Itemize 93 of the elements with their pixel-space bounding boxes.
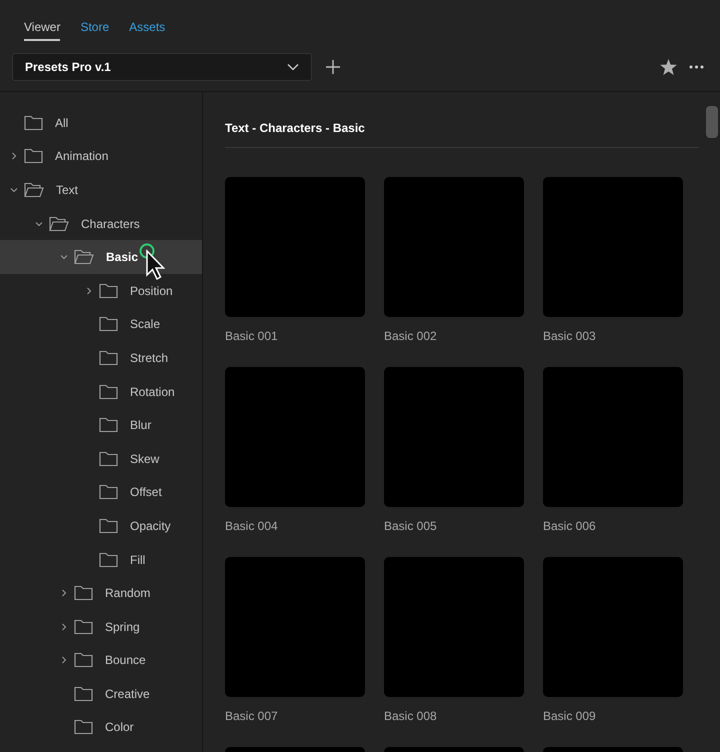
tab[interactable]: Assets bbox=[129, 18, 166, 41]
tree-item[interactable]: Rotation bbox=[0, 374, 202, 408]
folder-icon bbox=[74, 652, 93, 668]
tree-item-label: Color bbox=[105, 719, 134, 736]
mouse-cursor-icon bbox=[138, 242, 166, 282]
tree-item-label: Characters bbox=[81, 216, 140, 233]
breadcrumb-title: Text - Characters - Basic bbox=[225, 121, 365, 135]
chevron-right-icon[interactable] bbox=[85, 286, 93, 295]
tree-item-label: Offset bbox=[130, 484, 162, 502]
tree-item-label: Fill bbox=[130, 552, 146, 569]
more-icon[interactable] bbox=[689, 65, 704, 69]
tree-item-label: Rotation bbox=[130, 384, 175, 401]
tree-item[interactable]: Scale bbox=[0, 308, 202, 342]
chevron-down-icon bbox=[287, 63, 299, 71]
tree-item-label: Skew bbox=[130, 450, 160, 468]
open-folder-icon bbox=[49, 216, 69, 232]
tree-item[interactable]: Skew bbox=[0, 442, 202, 476]
chevron-down-icon[interactable] bbox=[60, 253, 68, 262]
folder-icon bbox=[99, 282, 118, 299]
preset-thumbnail[interactable] bbox=[543, 177, 683, 317]
chevron-right-icon[interactable] bbox=[60, 656, 68, 664]
tree-item-label: Stretch bbox=[130, 350, 168, 367]
tab[interactable]: Viewer bbox=[24, 18, 60, 41]
tree-item[interactable]: Creative bbox=[0, 677, 202, 711]
folder-icon bbox=[99, 552, 118, 568]
scrollbar-thumb[interactable] bbox=[706, 106, 718, 138]
chevron-right-icon[interactable] bbox=[60, 589, 68, 598]
chevron-down-icon[interactable] bbox=[10, 186, 18, 194]
folder-icon bbox=[99, 384, 118, 400]
folder-icon bbox=[24, 148, 43, 164]
preset-thumbnail[interactable] bbox=[225, 367, 365, 507]
tree-item-label: Animation bbox=[55, 148, 108, 166]
preset-name: Basic 007 bbox=[225, 708, 279, 725]
chevron-down-icon[interactable] bbox=[35, 220, 43, 228]
tree-item[interactable]: Spring bbox=[0, 610, 202, 644]
chevron-right-icon[interactable] bbox=[60, 622, 68, 631]
folder-icon bbox=[24, 114, 43, 131]
tree-item[interactable]: Fill bbox=[0, 542, 202, 576]
tree-item-label: Creative bbox=[105, 686, 150, 703]
star-icon[interactable] bbox=[660, 59, 677, 75]
preset-thumbnail[interactable] bbox=[384, 557, 524, 697]
folder-icon bbox=[99, 417, 118, 434]
tree-item-label: Random bbox=[105, 585, 150, 602]
folder-icon bbox=[99, 518, 118, 534]
add-icon[interactable] bbox=[326, 60, 340, 74]
folder-icon bbox=[99, 484, 118, 500]
folder-icon bbox=[74, 618, 93, 635]
folder-icon bbox=[99, 450, 118, 467]
preset-name: Basic 009 bbox=[543, 708, 597, 725]
preset-thumbnail[interactable] bbox=[543, 557, 683, 697]
tree-item-label: Bounce bbox=[105, 652, 146, 670]
tree-item[interactable]: All bbox=[0, 106, 202, 140]
preset-thumbnail[interactable] bbox=[543, 367, 683, 507]
tree-item[interactable]: Random bbox=[0, 576, 202, 610]
tree-item[interactable]: Position bbox=[0, 274, 202, 308]
open-folder-icon bbox=[24, 182, 44, 198]
tree-item-label: Blur bbox=[130, 417, 152, 434]
tree-item[interactable]: Offset bbox=[0, 476, 202, 510]
preset-name: Basic 006 bbox=[543, 518, 597, 535]
preset-name: Basic 001 bbox=[225, 328, 279, 345]
folder-icon bbox=[99, 350, 118, 366]
tab[interactable]: Store bbox=[80, 18, 110, 41]
folder-icon bbox=[74, 585, 93, 602]
preset-name: Basic 002 bbox=[384, 328, 438, 345]
preset-thumbnail[interactable] bbox=[225, 557, 365, 697]
tree-item-label: Basic bbox=[106, 249, 138, 266]
tree-item[interactable]: Blur bbox=[0, 408, 202, 442]
tree-item[interactable]: Opacity bbox=[0, 509, 202, 543]
open-folder-icon bbox=[74, 249, 94, 266]
preset-name: Basic 004 bbox=[225, 518, 279, 535]
folder-icon bbox=[99, 316, 118, 332]
tree-item-label: Scale bbox=[130, 316, 160, 334]
preset-name: Basic 005 bbox=[384, 518, 438, 535]
preset-name: Basic 003 bbox=[543, 328, 597, 345]
tree-item-label: Opacity bbox=[130, 518, 171, 535]
tree-item[interactable]: Text bbox=[0, 173, 202, 207]
tree-item-label: Text bbox=[56, 182, 78, 199]
tree-item[interactable]: Characters bbox=[0, 206, 202, 240]
tree-item[interactable]: Stretch bbox=[0, 341, 202, 375]
preset-thumbnail[interactable] bbox=[384, 177, 524, 317]
tree-item[interactable]: Animation bbox=[0, 140, 202, 174]
preset-name: Basic 008 bbox=[384, 708, 438, 725]
folder-icon bbox=[74, 719, 93, 736]
tree-item-label: Position bbox=[130, 282, 173, 300]
tree-item[interactable]: Color bbox=[0, 710, 202, 744]
preset-thumbnail[interactable] bbox=[225, 177, 365, 317]
tree-item-label: All bbox=[55, 114, 68, 132]
tree-item-label: Spring bbox=[105, 618, 140, 636]
folder-icon bbox=[74, 686, 93, 702]
chevron-right-icon[interactable] bbox=[10, 152, 18, 160]
preset-dropdown[interactable]: Presets Pro v.1 bbox=[12, 53, 312, 81]
tree-item[interactable]: Bounce bbox=[0, 644, 202, 678]
preset-thumbnail[interactable] bbox=[384, 367, 524, 507]
